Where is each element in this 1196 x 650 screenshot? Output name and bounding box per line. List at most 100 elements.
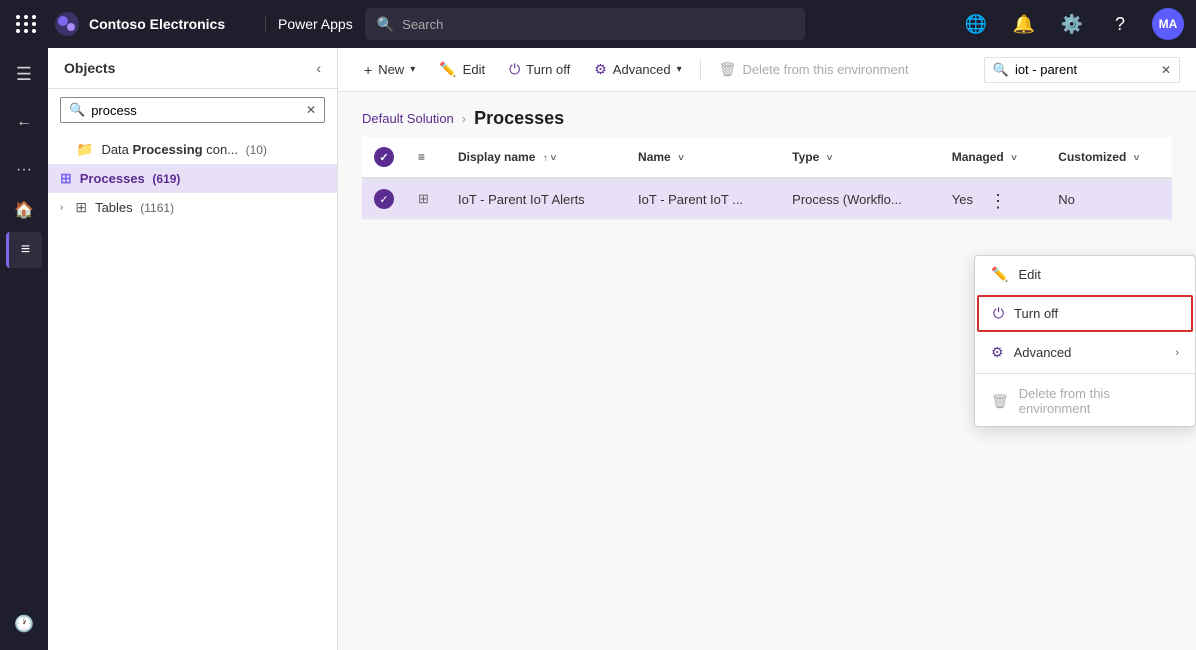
main-content: + New ▾ ✏️ Edit ⏻ Turn off ⚙ Advanced ▾ …	[338, 48, 1196, 650]
objects-icon[interactable]: ≡	[6, 232, 42, 268]
tables-icon: ⊞	[75, 199, 87, 216]
advanced-context-icon: ⚙	[991, 344, 1004, 361]
breadcrumb-parent[interactable]: Default Solution	[362, 111, 454, 126]
settings-icon[interactable]: ⚙️	[1056, 8, 1088, 40]
delete-button[interactable]: 🗑 Delete from this environment	[709, 55, 919, 84]
power-icon: ⏻	[509, 61, 520, 78]
customized-cell: No	[1046, 178, 1172, 220]
processes-table: ✓ ≡ Display name ↑ ˅ Name ˅ Type ˅	[362, 137, 1172, 220]
name-header[interactable]: Name ˅	[626, 137, 780, 178]
sidebar-item-tables[interactable]: › ⊞ Tables (1161)	[48, 193, 337, 222]
objects-panel-header: Objects ‹	[48, 48, 337, 89]
plus-icon: +	[364, 62, 372, 78]
customized-header[interactable]: Customized ˅	[1046, 137, 1172, 178]
context-menu-separator	[975, 373, 1195, 374]
customized-value: No	[1058, 192, 1075, 207]
collapse-panel-button[interactable]: ‹	[316, 60, 321, 76]
context-menu-edit[interactable]: ✏️ Edit	[975, 256, 1195, 293]
home-icon[interactable]: 🏠	[6, 192, 42, 228]
advanced-button[interactable]: ⚙ Advanced ▾	[584, 55, 691, 84]
expand-icon: ›	[60, 202, 63, 213]
power-context-icon: ⏻	[993, 305, 1004, 322]
select-all-header[interactable]: ✓	[362, 137, 406, 178]
table-area: ✓ ≡ Display name ↑ ˅ Name ˅ Type ˅	[338, 137, 1196, 650]
collapse-nav-icon[interactable]: ☰	[6, 56, 42, 92]
objects-panel-title: Objects	[64, 60, 115, 76]
objects-search-clear-button[interactable]: ✕	[306, 103, 316, 117]
objects-search-input[interactable]	[91, 103, 300, 118]
table-row[interactable]: ✓ ⊞ IoT - Parent IoT Alerts IoT - Parent…	[362, 178, 1172, 220]
type-cell: Process (Workflo...	[780, 178, 940, 220]
sidebar-item-label: Data Processing con... (10)	[101, 142, 267, 157]
global-search-box[interactable]: 🔍	[365, 8, 805, 40]
top-navigation: Contoso Electronics Power Apps 🔍 🌐 🔔 ⚙️ …	[0, 0, 1196, 48]
type-header[interactable]: Type ˅	[780, 137, 940, 178]
context-menu-edit-label: Edit	[1018, 267, 1040, 282]
sidebar-item-processes[interactable]: ⊞ Processes (619)	[48, 164, 337, 193]
app-name: Power Apps	[265, 16, 353, 32]
edit-context-icon: ✏️	[991, 266, 1008, 283]
user-avatar[interactable]: MA	[1152, 8, 1184, 40]
context-menu-delete[interactable]: 🗑 Delete from this environment	[975, 376, 1195, 426]
select-all-checkbox[interactable]: ✓	[374, 147, 394, 167]
breadcrumb: Default Solution › Processes	[338, 92, 1196, 137]
breadcrumb-current: Processes	[474, 108, 564, 129]
row-more-button[interactable]: ⋮	[986, 189, 1010, 213]
sidebar-item-data-processing[interactable]: 📁 Data Processing con... (10)	[48, 135, 337, 164]
advanced-label: Advanced	[613, 62, 671, 77]
sort-icon-header[interactable]: ≡	[406, 137, 446, 178]
command-search-input[interactable]	[1015, 62, 1155, 77]
row-icon-cell: ⊞	[406, 178, 446, 220]
row-checkbox[interactable]: ✓	[374, 189, 394, 209]
sidebar-item-label: Processes (619)	[80, 171, 181, 186]
edit-icon: ✏️	[439, 61, 456, 78]
display-name-value: IoT - Parent IoT Alerts	[458, 192, 585, 207]
advanced-chevron-icon: ▾	[677, 64, 682, 75]
name-value: IoT - Parent IoT ...	[638, 192, 743, 207]
notifications-icon[interactable]: 🔔	[1008, 8, 1040, 40]
contoso-logo	[53, 10, 81, 38]
command-bar: + New ▾ ✏️ Edit ⏻ Turn off ⚙ Advanced ▾ …	[338, 48, 1196, 92]
brand-logo: Contoso Electronics	[53, 10, 253, 38]
managed-header[interactable]: Managed ˅	[940, 137, 1047, 178]
type-value: Process (Workflo...	[792, 192, 902, 207]
processes-icon: ⊞	[60, 170, 72, 187]
advanced-icon: ⚙	[594, 61, 607, 78]
delete-icon: 🗑	[719, 61, 737, 78]
workflow-icon: ⊞	[418, 191, 429, 206]
context-menu-turn-off[interactable]: ⏻ Turn off	[977, 295, 1193, 332]
context-menu-advanced-label: Advanced	[1014, 345, 1072, 360]
sidebar-item-label: Tables (1161)	[95, 200, 174, 215]
turn-off-button[interactable]: ⏻ Turn off	[499, 55, 580, 84]
display-name-cell: IoT - Parent IoT Alerts	[446, 178, 626, 220]
more-icon[interactable]: ···	[6, 152, 42, 188]
objects-search-icon: 🔍	[69, 102, 85, 118]
command-search-close-button[interactable]: ✕	[1161, 63, 1171, 77]
context-menu-advanced[interactable]: ⚙ Advanced ›	[975, 334, 1195, 371]
objects-panel: Objects ‹ 🔍 ✕ 📁 Data Processing con... (…	[48, 48, 338, 650]
display-name-header[interactable]: Display name ↑ ˅	[446, 137, 626, 178]
context-menu-delete-label: Delete from this environment	[1019, 386, 1179, 416]
submenu-chevron-icon: ›	[1175, 347, 1179, 359]
managed-value: Yes	[952, 192, 973, 207]
help-icon[interactable]: ?	[1104, 8, 1136, 40]
context-menu: ✏️ Edit ⏻ Turn off ⚙ Advanced › 🗑 Delete…	[974, 255, 1196, 427]
command-search-icon: 🔍	[993, 62, 1009, 78]
folder-icon: 📁	[76, 141, 93, 158]
edit-button[interactable]: ✏️ Edit	[429, 55, 495, 84]
environment-icon[interactable]: 🌐	[960, 8, 992, 40]
row-checkbox-cell[interactable]: ✓	[362, 178, 406, 220]
command-search-box[interactable]: 🔍 ✕	[984, 57, 1180, 83]
turn-off-label: Turn off	[526, 62, 570, 77]
brand-name: Contoso Electronics	[89, 16, 225, 32]
global-search-input[interactable]	[402, 17, 793, 32]
history-icon[interactable]: 🕐	[6, 606, 42, 642]
objects-search-box[interactable]: 🔍 ✕	[60, 97, 325, 123]
apps-grid-icon[interactable]	[12, 11, 41, 37]
new-label: New	[378, 62, 404, 77]
context-menu-turn-off-label: Turn off	[1014, 306, 1058, 321]
back-icon[interactable]: ←	[6, 104, 42, 140]
objects-tree: 📁 Data Processing con... (10) ⊞ Processe…	[48, 131, 337, 650]
new-button[interactable]: + New ▾	[354, 56, 425, 84]
delete-context-icon: 🗑	[991, 393, 1009, 410]
